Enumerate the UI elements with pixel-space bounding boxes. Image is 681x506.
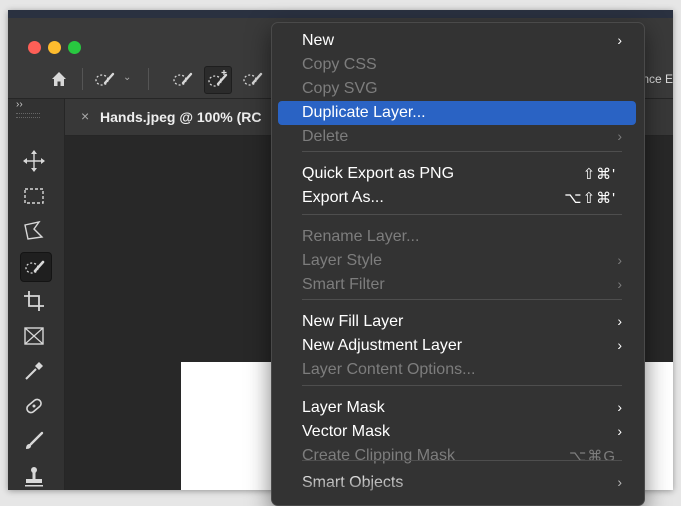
brush-icon[interactable] — [20, 427, 50, 455]
options-bar-text[interactable]: nce E — [642, 72, 673, 86]
menu-item-shortcut: ⌥⌘G — [569, 448, 616, 465]
spot-healing-brush-icon[interactable] — [20, 392, 50, 420]
menu-item-label: New Fill Layer — [302, 313, 404, 330]
menu-separator — [302, 151, 622, 152]
menu-separator — [302, 460, 622, 461]
rectangular-marquee-icon[interactable] — [20, 182, 50, 210]
crop-icon[interactable] — [20, 287, 50, 315]
menu-item-shortcut: ⇧⌘' — [582, 166, 616, 183]
minimize-window-button[interactable] — [48, 41, 61, 54]
new-selection-brush-icon[interactable] — [170, 66, 196, 92]
menu-item-copy-svg[interactable]: Copy SVG — [278, 77, 636, 101]
menu-item-export-as[interactable]: Export As... ⌥⇧⌘' — [278, 186, 636, 210]
menu-item-label: New — [302, 32, 335, 49]
submenu-arrow-icon: › — [617, 337, 622, 353]
menu-item-shortcut: ⌥⇧⌘' — [564, 190, 616, 207]
frame-icon[interactable] — [20, 322, 50, 350]
quick-selection-tool-icon[interactable] — [20, 252, 52, 282]
submenu-arrow-icon: › — [617, 276, 622, 292]
options-separator — [148, 68, 149, 90]
add-to-selection-brush-icon[interactable] — [204, 66, 232, 94]
menu-item-label: Export As... — [302, 189, 384, 206]
menu-item-create-clipping-mask[interactable]: Create Clipping Mask ⌥⌘G — [278, 444, 636, 468]
menu-item-label: Copy SVG — [302, 80, 378, 97]
panel-grip[interactable] — [16, 113, 40, 118]
quick-selection-preset-icon[interactable] — [92, 66, 118, 92]
subtract-from-selection-brush-icon[interactable] — [240, 66, 266, 92]
menu-item-vector-mask[interactable]: Vector Mask › — [278, 420, 636, 444]
menu-item-smart-filter[interactable]: Smart Filter › — [278, 273, 636, 297]
menu-item-label: Delete — [302, 128, 349, 145]
submenu-arrow-icon: › — [617, 128, 622, 144]
menu-item-new[interactable]: New › — [278, 29, 636, 53]
menu-item-new-adjustment-layer[interactable]: New Adjustment Layer › — [278, 334, 636, 358]
submenu-arrow-icon: › — [617, 252, 622, 268]
tools-panel: ›› — [8, 99, 65, 490]
menu-item-copy-css[interactable]: Copy CSS — [278, 53, 636, 77]
close-window-button[interactable] — [28, 41, 41, 54]
menu-item-duplicate-layer[interactable]: Duplicate Layer... — [278, 101, 636, 125]
menu-item-label: Create Clipping Mask — [302, 447, 455, 464]
submenu-arrow-icon: › — [617, 399, 622, 415]
submenu-arrow-icon: › — [617, 32, 622, 48]
menu-bottom-fade — [272, 471, 644, 505]
menu-item-label: Smart Filter — [302, 276, 385, 293]
clone-stamp-icon[interactable] — [20, 462, 50, 490]
menu-item-new-fill-layer[interactable]: New Fill Layer › — [278, 310, 636, 334]
menu-item-layer-style[interactable]: Layer Style › — [278, 249, 636, 273]
chevron-down-icon[interactable]: ⌄ — [123, 72, 131, 83]
menu-item-label: Copy CSS — [302, 56, 377, 73]
top-strip — [8, 10, 673, 18]
collapse-panel-icon[interactable]: ›› — [16, 99, 23, 110]
home-icon[interactable] — [46, 66, 72, 92]
polygonal-lasso-icon[interactable] — [20, 217, 50, 245]
menu-item-label: Duplicate Layer... — [302, 104, 426, 121]
menu-separator — [302, 385, 622, 386]
options-separator — [82, 68, 83, 90]
submenu-arrow-icon: › — [617, 423, 622, 439]
submenu-arrow-icon: › — [617, 313, 622, 329]
menu-item-label: Layer Content Options... — [302, 361, 476, 378]
menu-item-label: Quick Export as PNG — [302, 165, 455, 182]
menu-item-label: Layer Style — [302, 252, 383, 269]
menu-separator — [302, 299, 622, 300]
menu-item-rename-layer[interactable]: Rename Layer... — [278, 225, 636, 249]
menu-item-label: Vector Mask — [302, 423, 391, 440]
eyedropper-icon[interactable] — [20, 357, 50, 385]
menu-item-layer-content-options[interactable]: Layer Content Options... — [278, 358, 636, 382]
menu-item-quick-export-as-png[interactable]: Quick Export as PNG ⇧⌘' — [278, 162, 636, 186]
menu-item-delete[interactable]: Delete › — [278, 125, 636, 149]
move-tool-icon[interactable] — [20, 147, 50, 175]
menu-separator — [302, 214, 622, 215]
zoom-window-button[interactable] — [68, 41, 81, 54]
menu-item-layer-mask[interactable]: Layer Mask › — [278, 396, 636, 420]
close-tab-icon[interactable]: × — [81, 108, 89, 124]
menu-item-label: Layer Mask — [302, 399, 385, 416]
menu-item-label: New Adjustment Layer — [302, 337, 463, 354]
layer-menu: New › Copy CSS Copy SVG Duplicate Layer... De… — [271, 22, 645, 506]
document-tab-title[interactable]: Hands.jpeg @ 100% (RC — [100, 109, 261, 125]
menu-item-label: Rename Layer... — [302, 228, 420, 245]
